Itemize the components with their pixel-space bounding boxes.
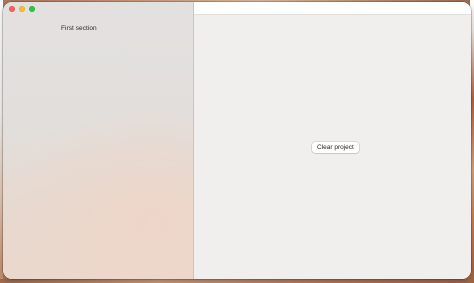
desktop-wallpaper-bottom xyxy=(0,279,474,283)
close-window-button[interactable] xyxy=(9,6,15,12)
app-window: First section Clear project xyxy=(3,2,471,279)
toolbar xyxy=(194,2,471,15)
main-content: Clear project xyxy=(194,2,471,279)
zoom-window-button[interactable] xyxy=(29,6,35,12)
sidebar: First section xyxy=(3,2,194,279)
clear-project-button[interactable]: Clear project xyxy=(312,142,359,153)
window-controls xyxy=(9,6,35,12)
minimize-window-button[interactable] xyxy=(19,6,25,12)
sidebar-section-header: First section xyxy=(61,25,97,32)
